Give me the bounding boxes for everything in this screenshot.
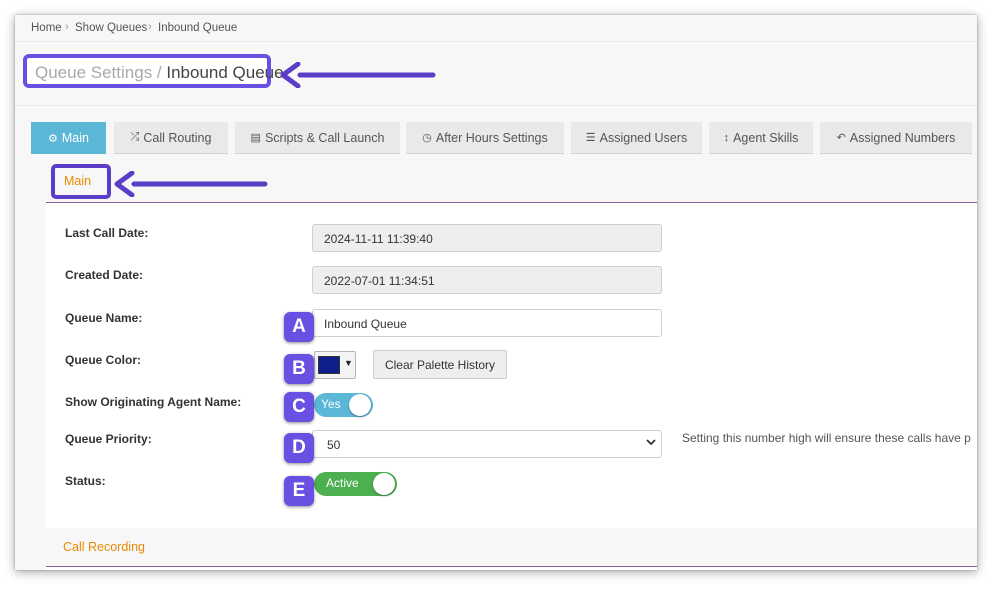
tab-label: Scripts & Call Launch	[264, 130, 385, 145]
queue-priority-select[interactable]: 50	[312, 430, 662, 458]
chevron-down-icon: ▼	[344, 358, 353, 368]
tab-label: Main	[61, 131, 89, 145]
page-title-queue-name: Inbound Queue	[166, 63, 284, 82]
tab-label: Assigned Numbers	[849, 130, 956, 145]
toggle-label: Active	[326, 476, 359, 490]
clock-icon: ◷	[422, 132, 432, 144]
annotation-badge-d: D	[284, 433, 314, 463]
section-title: Main	[64, 174, 92, 188]
app-window: Home › Show Queues › Inbound Queue Queue…	[15, 15, 977, 570]
tab-label: Assigned Users	[599, 130, 688, 145]
script-icon: ▤	[250, 132, 261, 144]
breadcrumb-separator: ›	[65, 21, 69, 33]
call-recording-title: Call Recording	[63, 540, 145, 554]
tab-call-routing[interactable]: ⤮ Call Routing	[114, 122, 228, 154]
gear-icon: ⚙	[48, 132, 58, 145]
queue-priority-label: Queue Priority:	[65, 432, 152, 446]
tab-assigned-numbers[interactable]: ↶ Assigned Numbers	[820, 122, 972, 154]
toggle-label: Yes	[321, 397, 341, 411]
tab-main[interactable]: ⚙ Main	[31, 122, 106, 154]
created-date-label: Created Date:	[65, 268, 144, 282]
page-header: Queue Settings / Inbound Queue	[15, 42, 977, 106]
queue-name-input[interactable]: Inbound Queue	[312, 309, 662, 337]
breadcrumb-current: Inbound Queue	[158, 22, 238, 34]
created-date-field: 2022-07-01 11:34:51	[312, 266, 662, 294]
color-swatch	[318, 356, 340, 374]
breadcrumb-home-link[interactable]: Home	[31, 22, 62, 34]
toggle-knob	[349, 394, 371, 416]
toggle-knob	[373, 473, 395, 495]
arrows-vertical-icon: ↕	[723, 131, 730, 144]
list-icon: ☰	[585, 132, 596, 144]
show-originating-agent-toggle[interactable]: Yes	[314, 393, 373, 417]
status-label: Status:	[65, 474, 106, 488]
title-highlight-box: Queue Settings / Inbound Queue	[23, 54, 284, 88]
reply-icon: ↶	[836, 132, 846, 144]
annotation-badge-e: E	[284, 476, 314, 506]
queue-color-picker[interactable]: ▼	[314, 351, 356, 379]
tab-label: Call Routing	[143, 130, 212, 145]
queue-name-label: Queue Name:	[65, 311, 143, 325]
clear-palette-history-button[interactable]: Clear Palette History	[373, 350, 507, 379]
tab-scripts-call-launch[interactable]: ▤ Scripts & Call Launch	[235, 122, 400, 154]
status-toggle[interactable]: Active	[314, 472, 397, 496]
page-title: Queue Settings / Inbound Queue	[35, 63, 284, 83]
section-header-main: Main	[46, 164, 977, 203]
annotation-badge-b: B	[284, 354, 314, 384]
tab-after-hours-settings[interactable]: ◷ After Hours Settings	[406, 122, 564, 154]
annotation-badge-c: C	[284, 392, 314, 422]
tab-agent-skills[interactable]: ↕ Agent Skills	[709, 122, 813, 154]
page-title-section: Queue Settings /	[35, 63, 162, 82]
breadcrumb-separator: ›	[148, 21, 152, 33]
annotation-arrow-icon	[280, 62, 436, 88]
last-call-date-label: Last Call Date:	[65, 226, 149, 240]
section-highlight-box: Main	[51, 164, 111, 199]
tab-assigned-users[interactable]: ☰ Assigned Users	[571, 122, 702, 154]
shuffle-icon: ⤮	[130, 131, 140, 143]
tab-label: Agent Skills	[733, 130, 799, 145]
tab-label: After Hours Settings	[435, 130, 548, 145]
queue-priority-help: Setting this number high will ensure the…	[682, 431, 971, 445]
breadcrumb: Home › Show Queues › Inbound Queue	[15, 15, 977, 42]
chevron-down-icon	[646, 439, 656, 446]
queue-priority-value: 50	[327, 438, 341, 452]
breadcrumb-show-queues-link[interactable]: Show Queues	[75, 22, 147, 34]
annotation-arrow-icon	[114, 171, 268, 197]
queue-color-label: Queue Color:	[65, 353, 142, 367]
annotation-badge-a: A	[284, 312, 314, 342]
section-header-call-recording[interactable]: Call Recording	[46, 528, 977, 567]
last-call-date-field: 2024-11-11 11:39:40	[312, 224, 662, 252]
show-originating-agent-label: Show Originating Agent Name:	[65, 395, 242, 409]
